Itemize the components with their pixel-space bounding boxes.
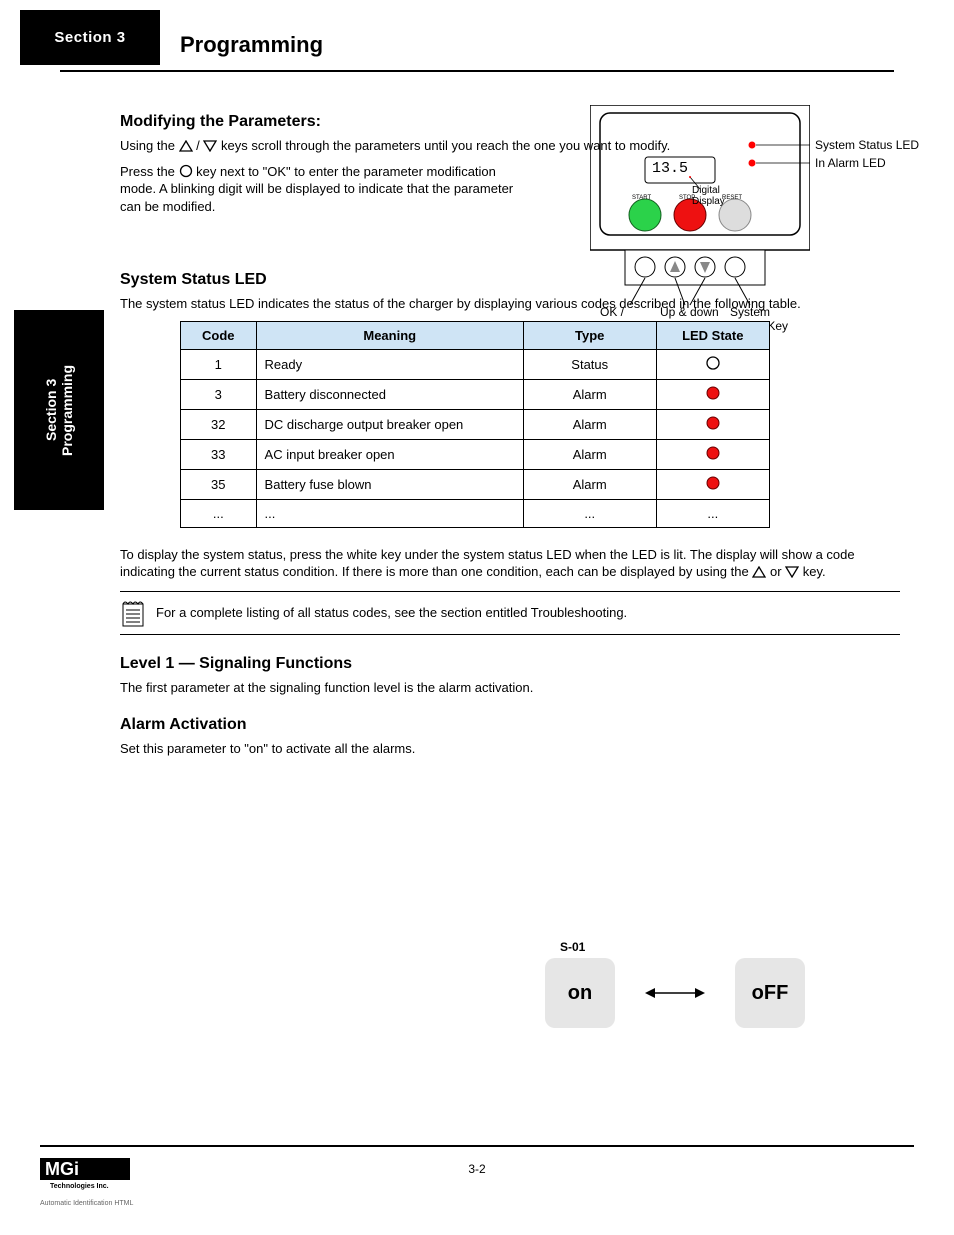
th-code: Code [181, 321, 257, 349]
side-tab: Section 3 Programming [14, 310, 104, 510]
led-red-icon [706, 416, 720, 430]
toggle-on-box: on [545, 958, 615, 1028]
note-text: For a complete listing of all status cod… [156, 605, 627, 620]
section-badge: Section 3 [20, 10, 160, 65]
page-title: Programming [180, 32, 323, 58]
footer-rule [40, 1145, 914, 1147]
ok-key-icon [179, 164, 193, 178]
table-row: 1 Ready Status [181, 349, 770, 379]
para-modify-1: Using the / keys scroll through the para… [120, 137, 900, 155]
mgi-logo: MGi Technologies Inc. [40, 1158, 130, 1193]
heading-alarm: Alarm Activation [120, 716, 900, 734]
up-icon [179, 140, 193, 152]
table-row: 35 Battery fuse blown Alarm [181, 469, 770, 499]
heading-level1: Level 1 — Signaling Functions [120, 655, 900, 673]
para-level1: The first parameter at the signaling fun… [120, 679, 900, 697]
status-codes-table: Code Meaning Type LED State 1 Ready Stat… [180, 321, 770, 528]
up-icon [752, 566, 766, 578]
para-system-led: The system status LED indicates the stat… [120, 295, 900, 313]
alarm-toggle-illustration: S-01 on oFF [545, 958, 805, 1028]
th-led: LED State [656, 321, 769, 349]
note-callout: For a complete listing of all status cod… [120, 591, 900, 635]
para-alarm: Set this parameter to "on" to activate a… [120, 740, 500, 758]
heading-modify: Modifying the Parameters: [120, 113, 900, 131]
auto-identification: Automatic Identification HTML [40, 1200, 133, 1207]
section-badge-text: Section 3 [54, 29, 125, 46]
table-row: 3 Battery disconnected Alarm [181, 379, 770, 409]
down-icon [785, 566, 799, 578]
led-red-icon [706, 386, 720, 400]
th-type: Type [523, 321, 656, 349]
toggle-code: S-01 [560, 940, 585, 954]
para-modify-2: Press the key next to "OK" to enter the … [120, 163, 520, 216]
double-arrow-icon [645, 983, 705, 1003]
svg-text:MGi: MGi [45, 1159, 79, 1179]
led-red-icon [706, 476, 720, 490]
led-red-icon [706, 446, 720, 460]
table-row: 33 AC input breaker open Alarm [181, 439, 770, 469]
led-unlit-icon [706, 356, 720, 370]
th-mean: Meaning [256, 321, 523, 349]
heading-system-led: System Status LED [120, 271, 900, 289]
header-rule [60, 70, 894, 72]
page-number: 3-2 [468, 1162, 485, 1176]
notepad-icon [120, 598, 146, 628]
side-tab-text: Section 3 Programming [43, 365, 75, 456]
para-status-display: To display the system status, press the … [120, 546, 900, 581]
down-icon [203, 140, 217, 152]
table-row: ... ... ... ... [181, 499, 770, 527]
svg-text:Technologies Inc.: Technologies Inc. [50, 1183, 109, 1190]
toggle-off-box: oFF [735, 958, 805, 1028]
table-row: 32 DC discharge output breaker open Alar… [181, 409, 770, 439]
